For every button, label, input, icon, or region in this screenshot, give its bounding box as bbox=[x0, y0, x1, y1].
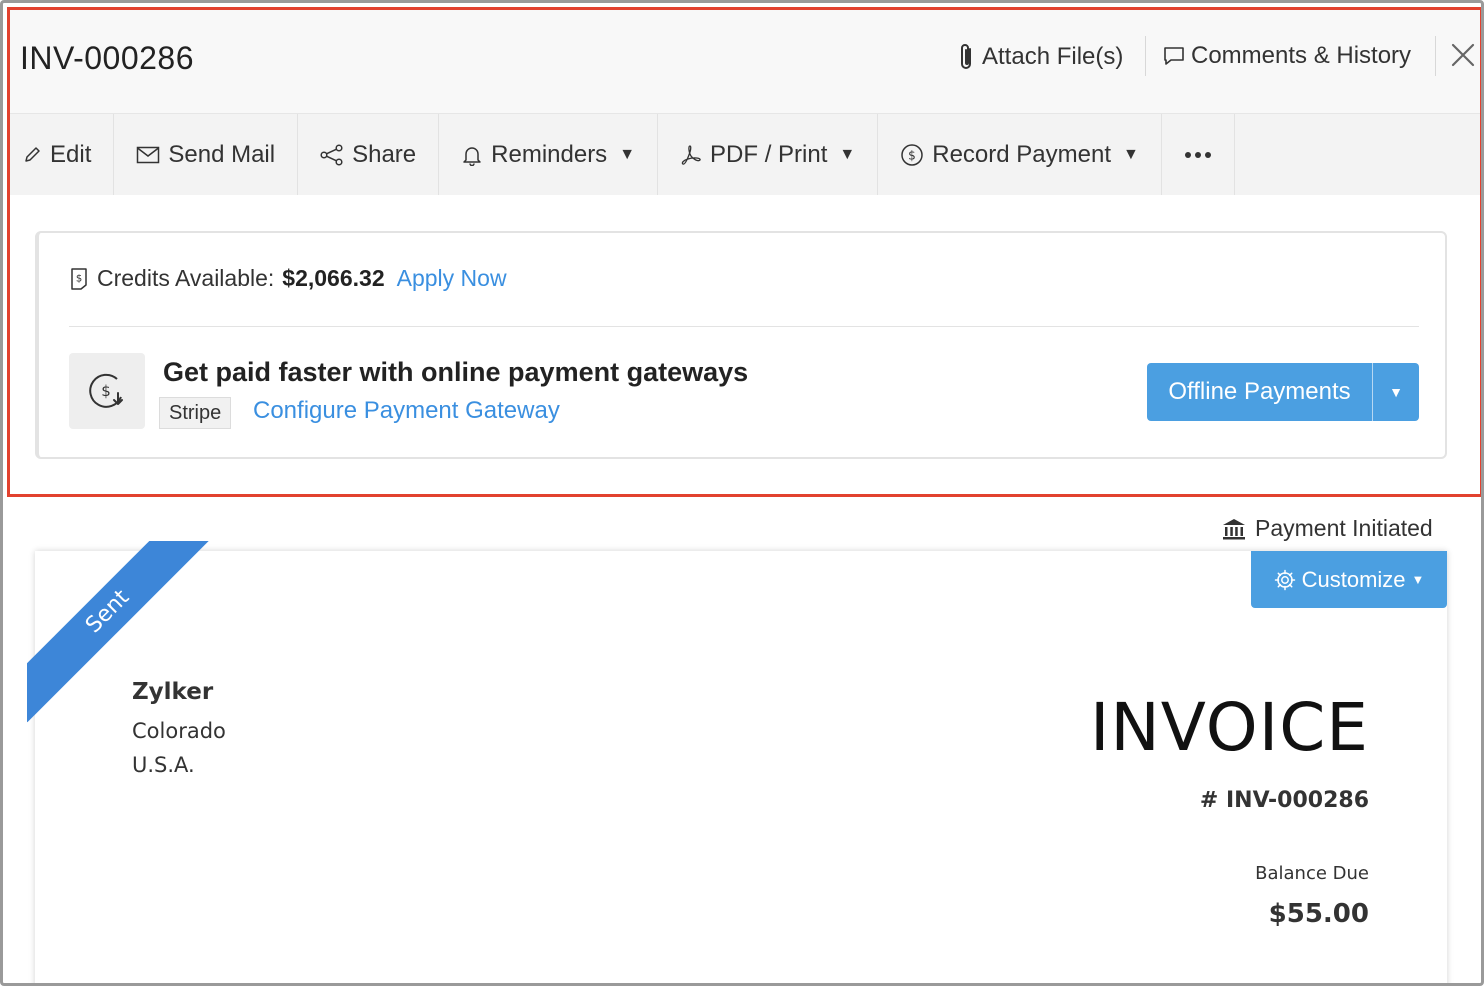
close-icon[interactable] bbox=[1450, 42, 1476, 68]
offline-payments-button[interactable]: Offline Payments ▼ bbox=[1147, 363, 1419, 421]
invoice-document bbox=[35, 551, 1447, 983]
credits-amount: $2,066.32 bbox=[282, 265, 385, 291]
gateway-promo-title: Get paid faster with online payment gate… bbox=[163, 357, 749, 387]
credit-note-icon: $ bbox=[69, 267, 89, 291]
share-button[interactable]: Share bbox=[298, 114, 440, 195]
status-ribbon-label: Sent bbox=[27, 541, 219, 723]
dollar-circle-icon: $ bbox=[900, 143, 924, 167]
comments-history-button[interactable]: Comments & History bbox=[1163, 42, 1411, 70]
send-mail-label: Send Mail bbox=[168, 140, 276, 168]
payment-info-card: $ Credits Available: $2,066.32 Apply Now… bbox=[35, 231, 1447, 459]
send-mail-button[interactable]: Send Mail bbox=[114, 114, 299, 195]
payment-gateway-icon-box: $ bbox=[69, 353, 145, 429]
chevron-down-icon: ▼ bbox=[619, 145, 636, 163]
invoice-detail-window: INV-000286 Attach File(s) Comments & His… bbox=[0, 0, 1484, 986]
attach-files-button[interactable]: Attach File(s) bbox=[958, 42, 1123, 72]
customize-button[interactable]: Customize ▼ bbox=[1251, 551, 1447, 608]
comments-history-label: Comments & History bbox=[1191, 42, 1412, 69]
credits-label: Credits Available: bbox=[97, 265, 275, 291]
paperclip-icon bbox=[958, 42, 976, 72]
reminders-label: Reminders bbox=[491, 140, 608, 168]
dollar-download-icon: $ bbox=[87, 371, 127, 411]
card-divider bbox=[69, 326, 1419, 327]
offline-payments-label[interactable]: Offline Payments bbox=[1147, 363, 1373, 421]
status-ribbon: Sent bbox=[27, 541, 227, 741]
mail-icon bbox=[136, 146, 160, 164]
chevron-down-icon: ▼ bbox=[839, 145, 856, 163]
stripe-tag: Stripe bbox=[159, 397, 232, 429]
invoice-header: INV-000286 Attach File(s) Comments & His… bbox=[10, 10, 1480, 114]
offline-payments-dropdown[interactable]: ▼ bbox=[1373, 363, 1419, 421]
invoice-heading: INVOICE bbox=[1089, 689, 1369, 766]
share-label: Share bbox=[352, 140, 417, 168]
configure-gateway-link[interactable]: Configure Payment Gateway bbox=[253, 397, 560, 425]
more-options-button[interactable] bbox=[1161, 114, 1235, 195]
svg-text:$: $ bbox=[908, 148, 916, 162]
caret-down-icon: ▼ bbox=[1411, 572, 1425, 587]
bell-icon bbox=[461, 144, 483, 166]
bank-icon bbox=[1221, 517, 1247, 541]
svg-text:$: $ bbox=[76, 273, 82, 284]
header-divider bbox=[1435, 36, 1436, 76]
customize-label: Customize bbox=[1301, 566, 1406, 592]
attach-files-label: Attach File(s) bbox=[982, 43, 1124, 70]
chevron-down-icon: ▼ bbox=[1122, 145, 1139, 163]
apply-now-link[interactable]: Apply Now bbox=[397, 265, 507, 292]
edit-label: Edit bbox=[50, 140, 92, 168]
pencil-icon bbox=[22, 145, 42, 165]
edit-button[interactable]: Edit bbox=[10, 114, 115, 195]
balance-due-amount: $55.00 bbox=[1268, 899, 1369, 929]
header-divider bbox=[1145, 36, 1146, 76]
caret-down-icon: ▼ bbox=[1389, 384, 1403, 400]
invoice-number: # INV-000286 bbox=[1199, 788, 1369, 813]
balance-due-label: Balance Due bbox=[1255, 863, 1369, 884]
pdf-icon bbox=[680, 144, 702, 166]
comment-icon bbox=[1163, 45, 1185, 67]
organization-country: U.S.A. bbox=[132, 753, 195, 777]
gear-icon bbox=[1274, 569, 1296, 591]
pdf-print-button[interactable]: PDF / Print ▼ bbox=[658, 114, 879, 195]
record-payment-label: Record Payment bbox=[932, 140, 1111, 168]
payment-status-label: Payment Initiated bbox=[1255, 515, 1433, 541]
more-icon bbox=[1184, 151, 1212, 159]
reminders-button[interactable]: Reminders ▼ bbox=[439, 114, 659, 195]
payment-status: Payment Initiated bbox=[1221, 515, 1433, 542]
share-icon bbox=[320, 143, 344, 166]
record-payment-button[interactable]: $ Record Payment ▼ bbox=[878, 114, 1162, 195]
credits-available: $ Credits Available: $2,066.32 Apply Now bbox=[69, 265, 507, 292]
page-title: INV-000286 bbox=[20, 40, 195, 76]
svg-text:$: $ bbox=[101, 382, 111, 400]
action-toolbar: Edit Send Mail Share Reminders ▼ PDF / P… bbox=[10, 114, 1480, 195]
pdf-print-label: PDF / Print bbox=[710, 140, 828, 168]
